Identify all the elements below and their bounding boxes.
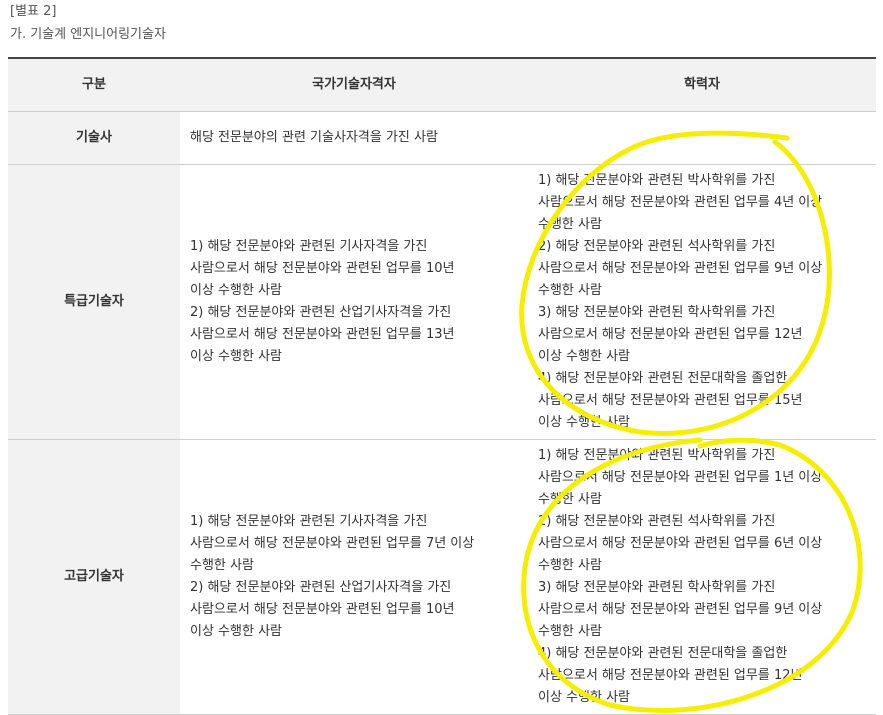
table-row: 특급기술자 1) 해당 전문분야와 관련된 기사자격을 가진 사람으로서 해당 … (8, 164, 876, 440)
grade-cell: 특급기술자 (8, 164, 180, 440)
cell-line: 사람으로서 해당 전문분야와 관련된 업무를 7년 이상 (190, 536, 475, 551)
cell-line: 사람으로서 해당 전문분야와 관련된 업무를 12년 (538, 327, 803, 342)
cell-line: 수행한 사람 (190, 558, 254, 573)
cell-line: 사람으로서 해당 전문분야와 관련된 업무를 9년 이상 (538, 261, 823, 276)
cell-line: 이상 수행한 사람 (190, 624, 282, 639)
cell-line: 4) 해당 전문분야와 관련된 전문대학을 졸업한 (538, 646, 788, 661)
cell-line: 1) 해당 전문분야와 관련된 기사자격을 가진 (190, 239, 428, 254)
cell-line: 2) 해당 전문분야와 관련된 산업기사자격을 가진 (190, 305, 452, 320)
grade-cell: 기술사 (8, 111, 180, 165)
table-row: 기술사 해당 전문분야의 관련 기술사자격을 가진 사람 (8, 111, 876, 165)
license-qualification-cell: 1) 해당 전문분야와 관련된 기사자격을 가진 사람으로서 해당 전문분야와 … (180, 164, 528, 440)
cell-line: 수행한 사람 (538, 283, 602, 298)
cell-line: 수행한 사람 (538, 558, 602, 573)
education-qualification-cell: 1) 해당 전문분야와 관련된 박사학위를 가진 사람으로서 해당 전문분야와 … (528, 164, 876, 440)
cell-line: 이상 수행한 사람 (190, 349, 282, 364)
grade-cell: 고급기술자 (8, 439, 180, 715)
engineer-qualification-table: 구분 국가기술자격자 학력자 기술사 해당 전문분야의 관련 기술사자격을 가진… (8, 57, 876, 715)
cell-line: 4) 해당 전문분야와 관련된 전문대학을 졸업한 (538, 371, 788, 386)
cell-line: 사람으로서 해당 전문분야와 관련된 업무를 9년 이상 (538, 602, 823, 617)
education-qualification-cell: 1) 해당 전문분야와 관련된 박사학위를 가진 사람으로서 해당 전문분야와 … (528, 439, 876, 715)
cell-line: 이상 수행한 사람 (538, 349, 630, 364)
license-qualification-cell: 1) 해당 전문분야와 관련된 기사자격을 가진 사람으로서 해당 전문분야와 … (180, 439, 528, 715)
cell-line: 수행한 사람 (538, 492, 602, 507)
cell-line: 1) 해당 전문분야와 관련된 박사학위를 가진 (538, 448, 776, 463)
header-education: 학력자 (528, 57, 876, 112)
header-national-license: 국가기술자격자 (180, 57, 528, 112)
cell-line: 3) 해당 전문분야와 관련된 학사학위를 가진 (538, 580, 776, 595)
header-category: 구분 (8, 57, 180, 112)
cell-line: 사람으로서 해당 전문분야와 관련된 업무를 1년 이상 (538, 470, 823, 485)
cell-line: 수행한 사람 (538, 217, 602, 232)
cell-line: 이상 수행한 사람 (190, 283, 282, 298)
cell-line: 1) 해당 전문분야와 관련된 박사학위를 가진 (538, 173, 776, 188)
cell-line: 사람으로서 해당 전문분야와 관련된 업무를 13년 (190, 327, 455, 342)
cell-line: 사람으로서 해당 전문분야와 관련된 업무를 6년 이상 (538, 536, 823, 551)
cell-line: 1) 해당 전문분야와 관련된 기사자격을 가진 (190, 514, 428, 529)
cell-line: 사람으로서 해당 전문분야와 관련된 업무를 4년 이상 (538, 195, 823, 210)
cell-line: 사람으로서 해당 전문분야와 관련된 업무를 12년 (538, 668, 803, 683)
cell-line: 사람으로서 해당 전문분야와 관련된 업무를 10년 (190, 261, 455, 276)
merged-qualification-cell: 해당 전문분야의 관련 기술사자격을 가진 사람 (180, 111, 876, 165)
cell-line: 3) 해당 전문분야와 관련된 학사학위를 가진 (538, 305, 776, 320)
table-row: 고급기술자 1) 해당 전문분야와 관련된 기사자격을 가진 사람으로서 해당 … (8, 439, 876, 715)
cell-line: 2) 해당 전문분야와 관련된 석사학위를 가진 (538, 239, 776, 254)
cell-line: 이상 수행한 사람 (538, 415, 630, 430)
cell-line: 수행한 사람 (538, 624, 602, 639)
cell-line: 2) 해당 전문분야와 관련된 산업기사자격을 가진 (190, 580, 452, 595)
table-label: [별표 2] (10, 4, 57, 19)
cell-line: 이상 수행한 사람 (538, 690, 630, 705)
cell-line: 사람으로서 해당 전문분야와 관련된 업무를 15년 (538, 393, 803, 408)
table-header-row: 구분 국가기술자격자 학력자 (8, 57, 876, 112)
cell-line: 사람으로서 해당 전문분야와 관련된 업무를 10년 (190, 602, 455, 617)
cell-line: 2) 해당 전문분야와 관련된 석사학위를 가진 (538, 514, 776, 529)
table-title: 가. 기술계 엔지니어링기술자 (10, 27, 166, 42)
